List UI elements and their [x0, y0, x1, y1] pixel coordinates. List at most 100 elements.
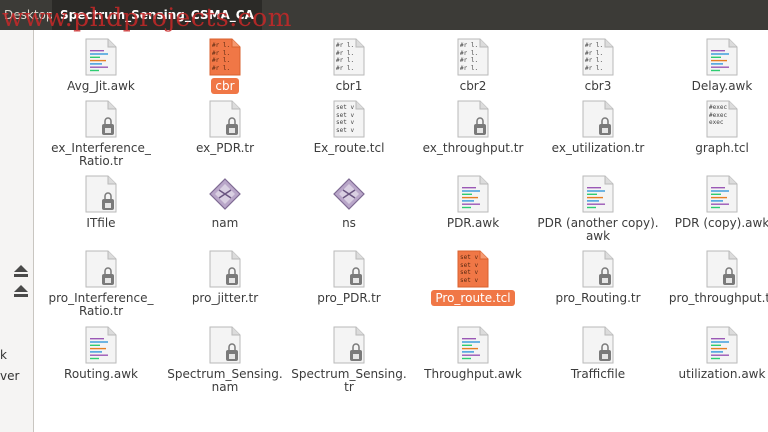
file-name-label: Pro_route.tcl — [411, 290, 535, 306]
file-name-text: cbr1 — [335, 79, 363, 93]
file-name-label: Trafficfile — [536, 368, 660, 381]
file-name-text: Ex_route.tcl — [313, 141, 385, 155]
file-name-text: Throughput.awk — [424, 367, 522, 381]
file-name-label: Spectrum_Sensing. tr — [287, 368, 411, 394]
file-name-text: Avg_Jit.awk — [67, 79, 135, 93]
awk-icon — [706, 175, 738, 213]
locked-file-icon — [457, 100, 489, 138]
locked-file-icon — [209, 100, 241, 138]
places-sidebar: k ver — [0, 30, 34, 432]
file-name-label: pro_Interference_ Ratio.tr — [39, 292, 163, 318]
file-name-label: pro_Routing.tr — [536, 292, 660, 305]
locked-file-icon — [333, 326, 365, 364]
file-name-label: cbr1 — [287, 80, 411, 93]
file-name-text: graph.tcl — [695, 141, 749, 155]
file-name-text: ns — [342, 216, 356, 230]
executable-icon — [209, 175, 241, 213]
text-preview-icon: #r l. #r l. #r l. #r l. — [333, 38, 365, 76]
locked-file-icon — [706, 250, 738, 288]
file-preview-text: #r l. #r l. #r l. #r l. — [585, 42, 604, 72]
file-preview-text: set v set v set v set v — [460, 254, 479, 284]
locked-file-icon — [582, 326, 614, 364]
file-name-text: ex_throughput.tr — [422, 141, 524, 155]
file-name-label: ex_Interference_ Ratio.tr — [39, 142, 163, 168]
locked-file-icon — [85, 175, 117, 213]
awk-icon — [457, 326, 489, 364]
file-preview-text: #r l. #r l. #r l. #r l. — [460, 42, 479, 72]
file-name-text: Spectrum_Sensing. nam — [167, 367, 283, 394]
file-name-label: ex_throughput.tr — [411, 142, 535, 155]
file-name-label: Delay.awk — [660, 80, 768, 93]
file-name-label: cbr2 — [411, 80, 535, 93]
file-name-label: nam — [163, 217, 287, 230]
file-name-label: pro_throughput.tr — [660, 292, 768, 305]
file-name-text: pro_jitter.tr — [191, 291, 259, 305]
file-name-label: utilization.awk — [660, 368, 768, 381]
file-name-label: Spectrum_Sensing. nam — [163, 368, 287, 394]
locked-file-icon — [582, 250, 614, 288]
executable-icon — [333, 175, 365, 213]
file-name-text: Routing.awk — [64, 367, 138, 381]
file-preview-text: #exec #exec exec — [709, 104, 728, 126]
text-preview-icon: set v set v set v set v — [457, 250, 489, 288]
awk-icon — [706, 38, 738, 76]
file-name-label: Throughput.awk — [411, 368, 535, 381]
file-name-text: cbr2 — [459, 79, 487, 93]
eject-icon[interactable] — [14, 265, 28, 277]
locked-file-icon — [582, 100, 614, 138]
sidebar-item-label[interactable]: ver — [0, 369, 19, 383]
file-name-text: ex_PDR.tr — [195, 141, 255, 155]
awk-icon — [85, 38, 117, 76]
eject-icon[interactable] — [14, 285, 28, 297]
file-name-text: ex_Interference_ Ratio.tr — [51, 141, 151, 168]
locked-file-icon — [85, 250, 117, 288]
locked-file-icon — [333, 250, 365, 288]
file-name-text: PDR.awk — [446, 216, 500, 230]
locked-file-icon — [209, 326, 241, 364]
locked-file-icon — [209, 250, 241, 288]
file-name-text: Pro_route.tcl — [431, 290, 515, 306]
file-name-label: cbr — [163, 78, 287, 94]
file-name-text: nam — [211, 216, 239, 230]
awk-icon — [85, 326, 117, 364]
file-name-text: Trafficfile — [570, 367, 626, 381]
text-preview-icon: #r l. #r l. #r l. #r l. — [582, 38, 614, 76]
file-name-text: cbr — [211, 78, 239, 94]
file-name-text: cbr3 — [584, 79, 612, 93]
file-name-text: pro_Routing.tr — [555, 291, 641, 305]
file-name-label: ns — [287, 217, 411, 230]
sidebar-item-label[interactable]: k — [0, 348, 7, 362]
file-name-label: Routing.awk — [39, 368, 163, 381]
file-name-label: Ex_route.tcl — [287, 142, 411, 155]
text-preview-icon: #exec #exec exec — [706, 100, 738, 138]
file-name-text: utilization.awk — [678, 367, 766, 381]
awk-icon — [582, 175, 614, 213]
file-name-text: pro_Interference_ Ratio.tr — [48, 291, 154, 318]
file-name-label: graph.tcl — [660, 142, 768, 155]
file-name-label: cbr3 — [536, 80, 660, 93]
file-name-text: pro_throughput.tr — [668, 291, 768, 305]
file-preview-text: set v set v set v set v — [336, 104, 355, 134]
file-name-text: ex_utilization.tr — [551, 141, 645, 155]
file-name-text: PDR (copy).awk — [674, 216, 768, 230]
file-name-label: Avg_Jit.awk — [39, 80, 163, 93]
file-name-label: pro_PDR.tr — [287, 292, 411, 305]
awk-icon — [457, 175, 489, 213]
file-name-text: pro_PDR.tr — [317, 291, 381, 305]
file-name-label: ITfile — [39, 217, 163, 230]
file-name-label: pro_jitter.tr — [163, 292, 287, 305]
file-preview-text: #r l. #r l. #r l. #r l. — [212, 42, 231, 72]
file-name-text: Delay.awk — [691, 79, 753, 93]
file-name-label: ex_utilization.tr — [536, 142, 660, 155]
text-preview-icon: #r l. #r l. #r l. #r l. — [209, 38, 241, 76]
text-preview-icon: set v set v set v set v — [333, 100, 365, 138]
file-name-label: ex_PDR.tr — [163, 142, 287, 155]
file-name-text: Spectrum_Sensing. tr — [291, 367, 407, 394]
watermark: www.phdprojects.com — [2, 3, 292, 32]
file-preview-text: #r l. #r l. #r l. #r l. — [336, 42, 355, 72]
file-name-text: ITfile — [86, 216, 116, 230]
text-preview-icon: #r l. #r l. #r l. #r l. — [457, 38, 489, 76]
file-grid: Avg_Jit.awk #r l. #r l. #r l. #r l. cbr #r … — [34, 30, 768, 432]
file-name-text: PDR (another copy). awk — [537, 216, 659, 243]
file-name-label: PDR (copy).awk — [660, 217, 768, 230]
